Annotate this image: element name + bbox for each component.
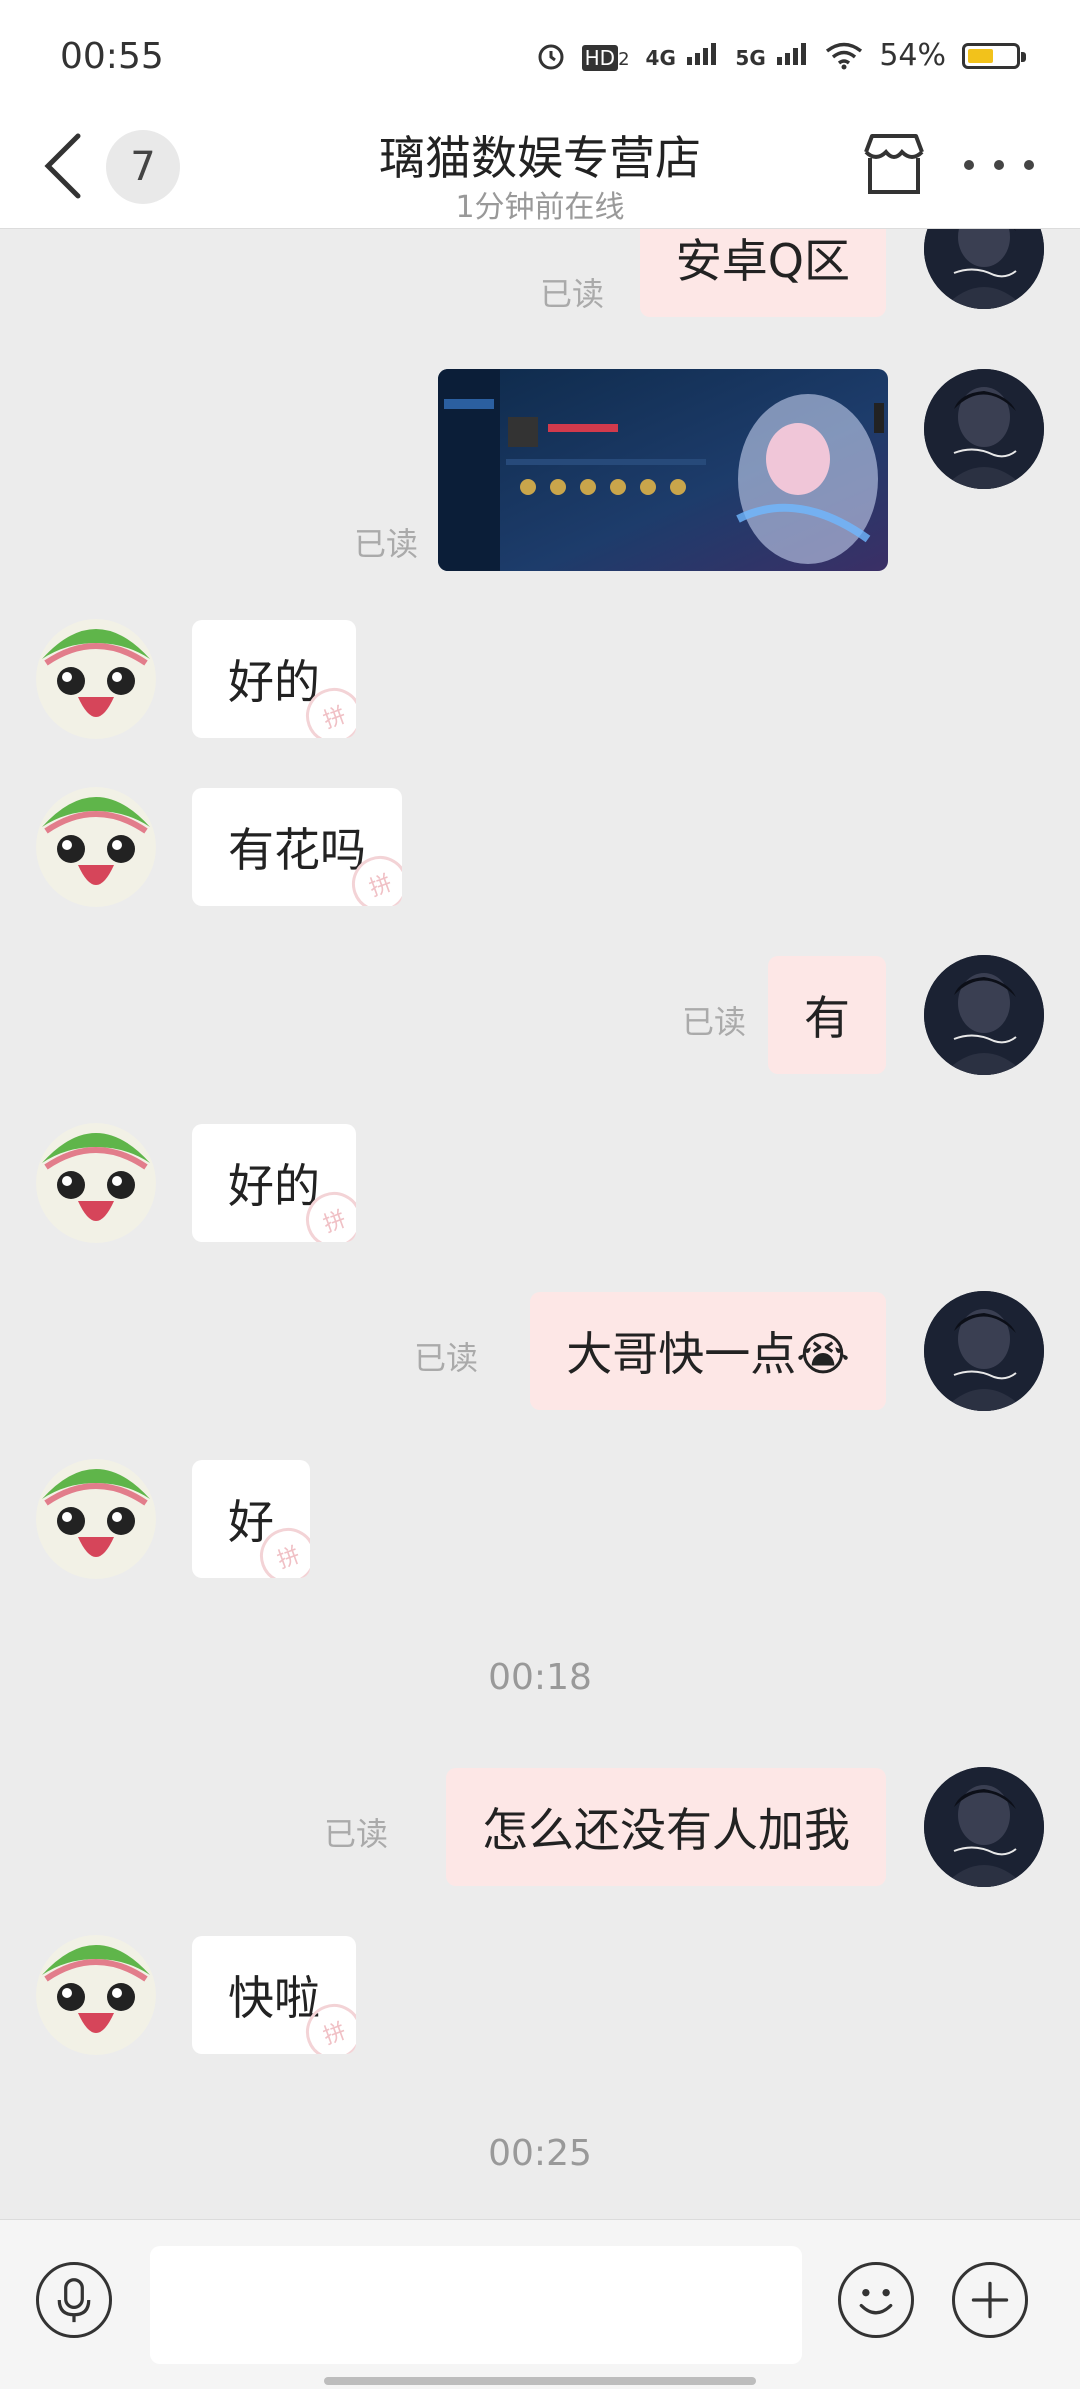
message-bubble-outgoing[interactable]: 有 xyxy=(768,956,886,1074)
message-bubble-incoming[interactable]: 快啦拼 xyxy=(192,1936,356,2054)
status-time: 00:55 xyxy=(60,36,164,77)
home-indicator[interactable] xyxy=(324,2377,756,2385)
hd-icon: HD 2 xyxy=(581,38,630,73)
battery-percent: 54% xyxy=(879,38,946,73)
store-icon[interactable] xyxy=(858,128,930,200)
read-receipt: 已读 xyxy=(354,525,419,563)
emoji-icon[interactable] xyxy=(838,2262,914,2338)
input-bar xyxy=(0,2219,1080,2389)
message-text: 有花吗 xyxy=(228,823,366,877)
read-receipt: 已读 xyxy=(324,1815,389,1853)
net-label-4g: 4G xyxy=(645,46,676,70)
shop-avatar[interactable] xyxy=(36,1123,156,1243)
signal-5g-icon: 5G xyxy=(735,38,809,73)
more-options-icon[interactable] xyxy=(964,150,1034,180)
user-avatar[interactable] xyxy=(924,1291,1044,1411)
status-icons: HD 2 4G 5G 54% xyxy=(536,38,1026,73)
message-bubble-outgoing[interactable]: 安卓Q区 xyxy=(639,229,886,317)
net-label-5g: 5G xyxy=(735,46,766,70)
read-receipt: 已读 xyxy=(682,1003,747,1041)
user-avatar[interactable] xyxy=(924,229,1044,309)
chat-messages: 已读 安卓Q区 已读 好的拼 有花吗 拼 已读 有 好的 拼 已读 大哥快一点😭… xyxy=(0,229,1080,2219)
message-bubble-incoming[interactable]: 好的拼 xyxy=(192,1124,356,1242)
status-bar: 00:55 HD 2 4G 5G 54% xyxy=(0,0,1080,110)
message-input[interactable] xyxy=(150,2246,802,2364)
hd-sub: 2 xyxy=(618,49,630,70)
message-bubble-incoming[interactable]: 好拼 xyxy=(192,1460,310,1578)
message-text: 快啦 xyxy=(228,1971,320,2025)
message-bubble-incoming[interactable]: 有花吗拼 xyxy=(192,788,402,906)
message-bubble-outgoing[interactable]: 大哥快一点😭 xyxy=(530,1292,886,1410)
shop-avatar[interactable] xyxy=(36,1935,156,2055)
shop-avatar[interactable] xyxy=(36,619,156,739)
timestamp-divider: 00:18 xyxy=(488,1657,592,1698)
message-text: 好的 xyxy=(228,655,320,709)
user-avatar[interactable] xyxy=(924,369,1044,489)
read-receipt: 已读 xyxy=(540,275,605,313)
user-avatar[interactable] xyxy=(924,955,1044,1075)
user-avatar[interactable] xyxy=(924,1767,1044,1887)
hd-label: HD xyxy=(581,45,619,71)
wifi-icon xyxy=(826,42,863,69)
message-text: 好的 xyxy=(228,1159,320,1213)
voice-input-icon[interactable] xyxy=(36,2262,112,2338)
message-bubble-incoming[interactable]: 好的拼 xyxy=(192,620,356,738)
signal-4g-icon: 4G xyxy=(646,38,720,73)
read-receipt: 已读 xyxy=(414,1339,479,1377)
game-profile-screenshot[interactable] xyxy=(438,369,888,571)
timestamp-divider: 00:25 xyxy=(488,2133,592,2174)
alarm-icon xyxy=(538,44,564,69)
battery-fill xyxy=(968,48,993,63)
message-bubble-outgoing[interactable]: 怎么还没有人加我 xyxy=(446,1768,886,1886)
battery-icon xyxy=(962,42,1026,69)
add-icon[interactable] xyxy=(952,2262,1028,2338)
shop-avatar[interactable] xyxy=(36,1459,156,1579)
shop-avatar[interactable] xyxy=(36,787,156,907)
chat-header: 7 璃猫数娱专营店 1分钟前在线 xyxy=(0,110,1080,229)
